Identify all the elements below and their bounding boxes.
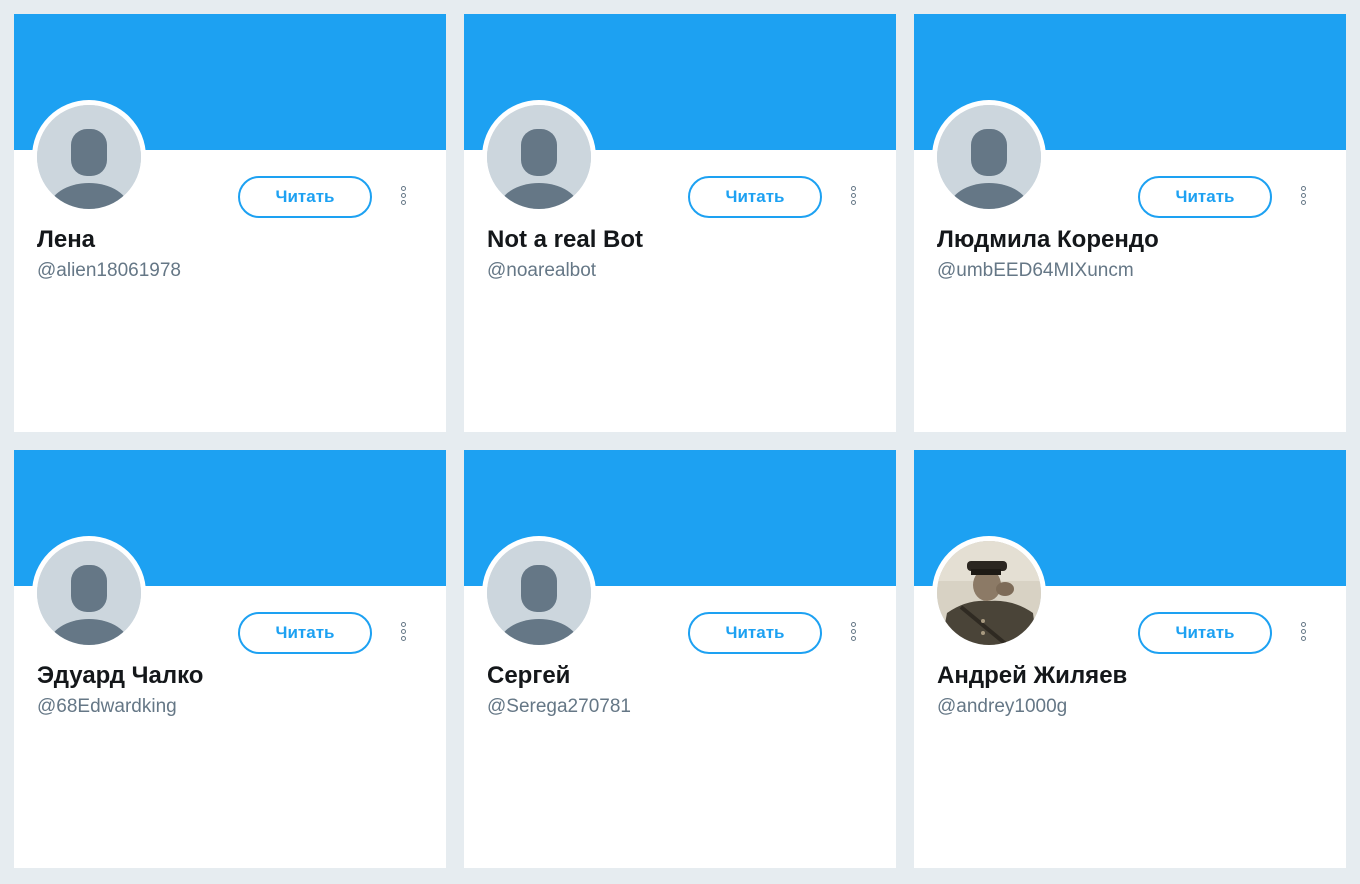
user-handle[interactable]: @andrey1000g: [937, 696, 1067, 718]
user-card: Читать Сергей @Serega270781: [464, 450, 896, 868]
user-handle[interactable]: @Serega270781: [487, 696, 631, 718]
user-card: Читать Not a real Bot @noarealbot: [464, 14, 896, 432]
user-handle[interactable]: @alien18061978: [37, 260, 181, 282]
more-options-icon[interactable]: [846, 186, 860, 208]
avatar[interactable]: [32, 100, 146, 214]
user-name[interactable]: Сергей: [487, 662, 570, 690]
default-avatar-icon: [37, 105, 141, 209]
follow-button[interactable]: Читать: [1138, 176, 1272, 218]
avatar[interactable]: [932, 536, 1046, 650]
user-cards-grid: Читать Лена @alien18061978 Читать Not a …: [0, 0, 1360, 884]
more-options-icon[interactable]: [1296, 622, 1310, 644]
default-avatar-icon: [487, 541, 591, 645]
more-options-icon[interactable]: [846, 622, 860, 644]
photo-avatar: [937, 541, 1041, 645]
user-card: Читать Андрей Жиляев @andrey1000g: [914, 450, 1346, 868]
avatar[interactable]: [32, 536, 146, 650]
more-options-icon[interactable]: [396, 622, 410, 644]
user-name[interactable]: Андрей Жиляев: [937, 662, 1127, 690]
user-name[interactable]: Людмила Корендо: [937, 226, 1159, 254]
more-options-icon[interactable]: [396, 186, 410, 208]
follow-button[interactable]: Читать: [688, 612, 822, 654]
avatar[interactable]: [482, 100, 596, 214]
user-handle[interactable]: @noarealbot: [487, 260, 596, 282]
follow-button[interactable]: Читать: [688, 176, 822, 218]
user-card: Читать Людмила Корендо @umbEED64MIXuncm: [914, 14, 1346, 432]
avatar[interactable]: [482, 536, 596, 650]
follow-button[interactable]: Читать: [1138, 612, 1272, 654]
user-name[interactable]: Not a real Bot: [487, 226, 643, 254]
user-name[interactable]: Эдуард Чалко: [37, 662, 203, 690]
follow-button[interactable]: Читать: [238, 176, 372, 218]
avatar[interactable]: [932, 100, 1046, 214]
user-handle[interactable]: @68Edwardking: [37, 696, 177, 718]
follow-button[interactable]: Читать: [238, 612, 372, 654]
more-options-icon[interactable]: [1296, 186, 1310, 208]
user-handle[interactable]: @umbEED64MIXuncm: [937, 260, 1134, 282]
default-avatar-icon: [37, 541, 141, 645]
default-avatar-icon: [487, 105, 591, 209]
user-card: Читать Эдуард Чалко @68Edwardking: [14, 450, 446, 868]
user-name[interactable]: Лена: [37, 226, 95, 254]
user-card: Читать Лена @alien18061978: [14, 14, 446, 432]
default-avatar-icon: [937, 105, 1041, 209]
